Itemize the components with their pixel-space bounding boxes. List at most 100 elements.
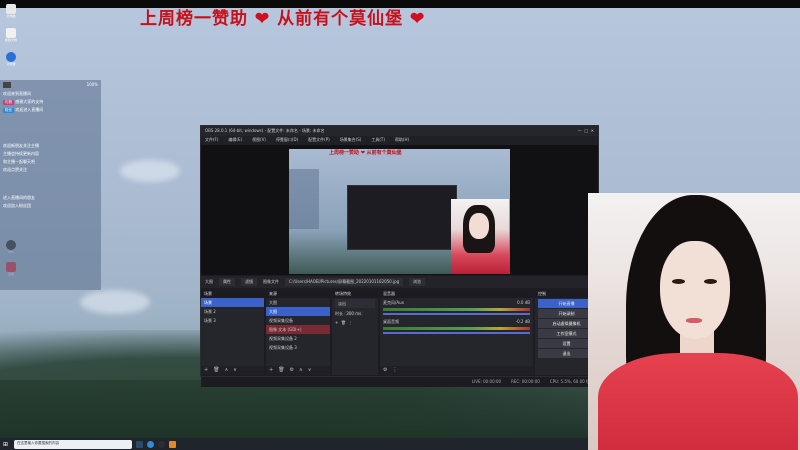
windows-start-icon[interactable]: ⊞ bbox=[3, 441, 10, 448]
menu-tools[interactable]: 工具(T) bbox=[371, 137, 385, 144]
add-icon[interactable]: + bbox=[204, 367, 208, 374]
obs-main: 上周榜一赞助 ❤ 从前有个莫仙堡 大图 属性 滤镜 图像文件 C:/Users/… bbox=[201, 145, 598, 395]
chat-text: 主播会持续更新内容 bbox=[3, 151, 39, 156]
chat-line: 粉丝 欢迎进入直播间 bbox=[0, 106, 101, 114]
taskbar: ⊞ 在这里输入你要搜索的内容 bbox=[0, 438, 588, 450]
chat-line: 欢迎来到直播间 bbox=[0, 90, 101, 98]
settings-icon[interactable]: ⚙ bbox=[383, 367, 387, 374]
up-icon[interactable]: ∧ bbox=[299, 367, 303, 374]
chat-line: 和主播一起聊天吧 bbox=[0, 158, 101, 166]
desktop-icon-document[interactable]: 新建文档 bbox=[3, 28, 19, 50]
down-icon[interactable]: ∨ bbox=[233, 367, 237, 374]
source-item[interactable]: 视频采集设备 3 bbox=[266, 343, 330, 352]
image-path-field[interactable]: C:/Users/HAOEI/Pictures/屏幕截图_20220101162… bbox=[285, 278, 403, 286]
app-icon[interactable] bbox=[169, 440, 176, 448]
chat-line: 欢迎点赞关注 bbox=[0, 166, 101, 174]
add-icon[interactable]: + bbox=[269, 367, 273, 374]
duration-field[interactable]: 300 ms bbox=[344, 311, 364, 316]
menu-edit[interactable]: 编辑(E) bbox=[228, 137, 242, 144]
steam-icon[interactable] bbox=[136, 440, 143, 448]
menu-scene-collection[interactable]: 场景集合(S) bbox=[340, 137, 362, 144]
filters-button[interactable]: 滤镜 bbox=[241, 278, 257, 286]
start-recording-button[interactable]: 开始录制 bbox=[538, 309, 595, 318]
menu-view[interactable]: 视图(V) bbox=[252, 137, 266, 144]
scenes-dock: 场景 场景 场景 2 场景 3 + 🗑 ∧ ∨ bbox=[201, 290, 264, 375]
chat-text: 欢迎加入粉丝团 bbox=[3, 203, 31, 208]
source-item[interactable]: 大图 bbox=[266, 307, 330, 316]
cpu-status: CPU: 5.5%, 60.00 fps bbox=[549, 379, 592, 384]
source-item[interactable]: 视频采集设备 bbox=[266, 316, 330, 325]
studio-mode-button[interactable]: 工作室模式 bbox=[538, 329, 595, 338]
down-icon[interactable]: ∨ bbox=[308, 367, 312, 374]
dock-footer: + 🗑 ∧ ∨ bbox=[201, 366, 264, 375]
close-button[interactable]: ✕ bbox=[591, 128, 594, 133]
rec-status: REC: 00:00:00 bbox=[511, 379, 540, 384]
chat-text: 感谢大家的支持 bbox=[15, 99, 44, 104]
taskbar-search[interactable]: 在这里输入你要搜索的内容 bbox=[14, 439, 132, 449]
virtual-camera-button[interactable]: 启动虚拟摄像机 bbox=[538, 319, 595, 328]
volume-slider[interactable] bbox=[383, 313, 530, 315]
chat-avatar bbox=[3, 82, 11, 88]
menu-file[interactable]: 文件(F) bbox=[205, 137, 218, 144]
chat-text: 欢迎新朋友关注主播 bbox=[3, 143, 39, 148]
obs-titlebar[interactable]: OBS 28.0.1 (64-bit, windows) - 配置文件: 未命名… bbox=[201, 126, 598, 136]
add-icon[interactable]: + bbox=[335, 320, 338, 325]
exit-button[interactable]: 退出 bbox=[538, 349, 595, 358]
dock-title: 混音器 bbox=[380, 290, 533, 298]
window-controls: — □ ✕ bbox=[578, 128, 594, 134]
remove-icon[interactable]: 🗑 bbox=[341, 320, 346, 325]
volume-meter bbox=[383, 308, 530, 311]
channel-db: -0.2 dB bbox=[515, 319, 530, 324]
source-item[interactable]: 大图 bbox=[266, 298, 330, 307]
webcam-overlay bbox=[588, 193, 800, 450]
up-icon[interactable]: ∧ bbox=[225, 367, 229, 374]
more-icon[interactable]: ⋮ bbox=[349, 320, 353, 325]
desktop-icon-label: 此电脑 bbox=[6, 14, 16, 18]
dock-title: 场景 bbox=[201, 290, 264, 298]
source-item[interactable]: 视频采集设备 2 bbox=[266, 334, 330, 343]
remove-icon[interactable]: 🗑 bbox=[213, 367, 219, 374]
chat-text: 和主播一起聊天吧 bbox=[3, 159, 35, 164]
chat-line: 进入直播间的朋友 bbox=[0, 194, 101, 202]
transition-select[interactable]: 淡出 bbox=[335, 299, 375, 308]
heart-icon: ❤ bbox=[254, 9, 271, 29]
desktop-icon-label: 新建文档 bbox=[4, 38, 17, 42]
properties-button[interactable]: 属性 bbox=[219, 278, 235, 286]
cloud bbox=[120, 160, 180, 182]
source-toolbar: 大图 属性 滤镜 图像文件 C:/Users/HAOEI/Pictures/屏幕… bbox=[201, 276, 598, 288]
heart-icon: ❤ bbox=[410, 9, 426, 29]
computer-icon bbox=[6, 4, 16, 14]
settings-button[interactable]: 设置 bbox=[538, 339, 595, 348]
preview-canvas[interactable]: 上周榜一赞助 ❤ 从前有个莫仙堡 bbox=[289, 149, 510, 274]
duration-label: 时长 bbox=[335, 311, 343, 316]
chat-percent: 100% bbox=[86, 82, 98, 87]
scene-item[interactable]: 场景 bbox=[201, 298, 264, 307]
maximize-button[interactable]: □ bbox=[584, 128, 588, 133]
canvas-chat-overlay bbox=[289, 169, 319, 229]
chat-text: 欢迎点赞关注 bbox=[3, 167, 27, 172]
volume-slider[interactable] bbox=[383, 332, 530, 334]
webcam-face bbox=[469, 213, 489, 239]
more-icon[interactable]: ⋮ bbox=[392, 367, 397, 374]
start-streaming-button[interactable]: 开始直播 bbox=[538, 299, 595, 308]
browse-button[interactable]: 浏览 bbox=[409, 278, 425, 286]
desktop-icon-browser[interactable]: 浏览器 bbox=[3, 52, 19, 74]
source-item[interactable]: 图像 文本 (GDI+) bbox=[266, 325, 330, 334]
menu-help[interactable]: 帮助(H) bbox=[395, 137, 409, 144]
settings-icon[interactable]: ⚙ bbox=[290, 367, 294, 374]
edge-icon[interactable] bbox=[147, 440, 154, 448]
menu-docks[interactable]: 停靠窗口(D) bbox=[276, 137, 298, 144]
mixer-dock: 混音器 麦克风/Aux 0.0 dB 桌面音频 -0.2 dB ⚙ ⋮ bbox=[380, 290, 533, 375]
minimize-button[interactable]: — bbox=[578, 128, 582, 133]
menu-profile[interactable]: 配置文件(P) bbox=[308, 137, 330, 144]
remove-icon[interactable]: 🗑 bbox=[278, 367, 284, 374]
chat-tag: 礼物 bbox=[3, 100, 14, 105]
scene-item[interactable]: 场景 3 bbox=[201, 316, 264, 325]
scene-item[interactable]: 场景 2 bbox=[201, 307, 264, 316]
desktop-icon-computer[interactable]: 此电脑 bbox=[3, 4, 19, 26]
sources-dock: 来源 大图 大图 视频采集设备 图像 文本 (GDI+) 视频采集设备 2 视频… bbox=[266, 290, 330, 375]
chat-line: 礼物 感谢大家的支持 bbox=[0, 98, 101, 106]
obs-icon[interactable] bbox=[158, 440, 165, 448]
obs-window[interactable]: OBS 28.0.1 (64-bit, windows) - 配置文件: 未命名… bbox=[200, 125, 599, 387]
volume-meter bbox=[383, 327, 530, 330]
